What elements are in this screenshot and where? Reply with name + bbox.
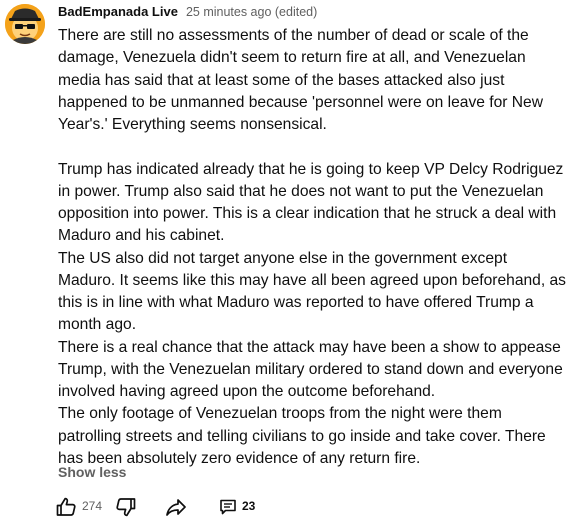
- comment-paragraph: The US also did not target anyone else i…: [58, 249, 566, 334]
- show-less-button[interactable]: Show less: [58, 464, 126, 480]
- author-name[interactable]: BadEmpanada Live: [58, 4, 178, 19]
- share-button[interactable]: [164, 494, 188, 520]
- reply-count[interactable]: 23: [242, 499, 255, 513]
- timestamp[interactable]: 25 minutes ago (edited): [186, 5, 317, 19]
- comment-header: BadEmpanada Live 25 minutes ago (edited): [58, 3, 317, 21]
- like-button[interactable]: [54, 494, 78, 520]
- avatar-spy-icon: [5, 4, 45, 44]
- avatar[interactable]: [5, 4, 45, 44]
- thumbs-up-icon: [56, 497, 76, 516]
- comment-paragraph: Trump has indicated already that he is g…: [58, 160, 564, 245]
- comment-bubble-icon: [220, 499, 236, 515]
- replies-button[interactable]: [218, 494, 238, 520]
- comment-paragraph: The only footage of Venezuelan troops fr…: [58, 405, 546, 467]
- thumbs-down-icon: [116, 498, 136, 517]
- comment-paragraph: There is a real chance that the attack m…: [58, 338, 563, 401]
- like-count: 274: [82, 499, 103, 513]
- dislike-button[interactable]: [114, 494, 138, 520]
- comment-paragraph: There are still no assessments of the nu…: [58, 27, 543, 133]
- share-icon: [166, 499, 186, 516]
- comment-actions: 274 23: [52, 494, 312, 520]
- comment-body: There are still no assessments of the nu…: [58, 25, 568, 470]
